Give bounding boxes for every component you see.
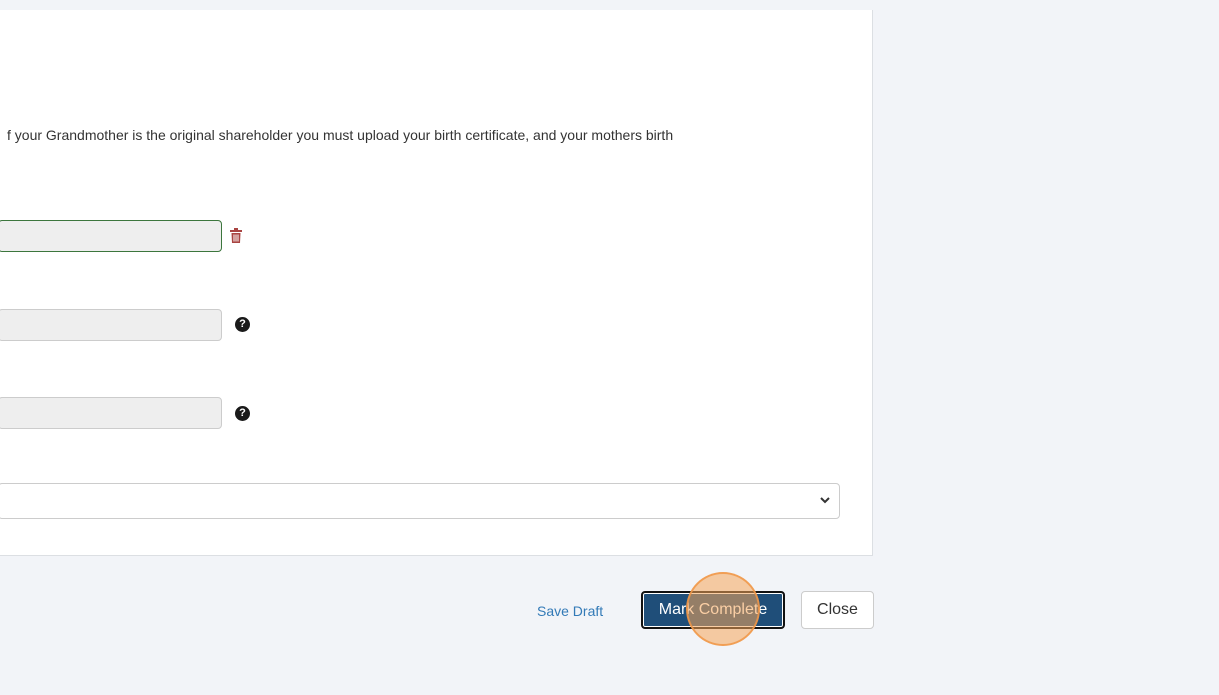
close-button[interactable]: Close (801, 591, 874, 629)
text-field-3[interactable] (0, 397, 222, 429)
upload-instruction-text: f your Grandmother is the original share… (7, 127, 674, 143)
question-circle-icon[interactable]: ? (235, 317, 250, 332)
uploaded-file-field[interactable] (0, 220, 222, 252)
chevron-down-icon (820, 497, 830, 504)
dropdown-select[interactable] (0, 483, 840, 519)
question-circle-icon[interactable]: ? (235, 406, 250, 421)
trash-icon[interactable] (230, 228, 242, 243)
form-panel: f your Grandmother is the original share… (0, 10, 873, 556)
mark-complete-button[interactable]: Mark Complete (641, 591, 785, 629)
text-field-2[interactable] (0, 309, 222, 341)
save-draft-link[interactable]: Save Draft (537, 602, 603, 620)
